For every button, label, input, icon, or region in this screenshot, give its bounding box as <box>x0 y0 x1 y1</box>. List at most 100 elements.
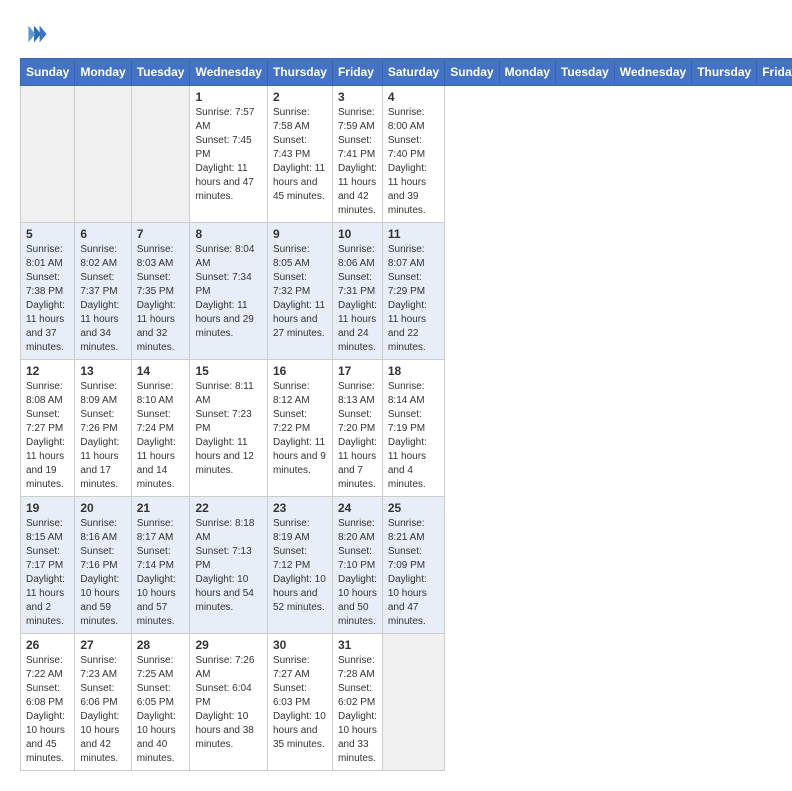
day-info: Sunrise: 8:17 AMSunset: 7:14 PMDaylight:… <box>137 517 185 629</box>
header-tuesday: Tuesday <box>131 59 190 86</box>
calendar-cell: 25 Sunrise: 8:21 AMSunset: 7:09 PMDaylig… <box>382 497 444 634</box>
day-number: 28 <box>137 638 185 652</box>
day-number: 30 <box>273 638 327 652</box>
calendar-cell: 19 Sunrise: 8:15 AMSunset: 7:17 PMDaylig… <box>21 497 75 634</box>
day-info: Sunrise: 7:26 AMSunset: 6:04 PMDaylight:… <box>195 654 261 752</box>
day-info: Sunrise: 7:59 AMSunset: 7:41 PMDaylight:… <box>338 106 377 218</box>
day-info: Sunrise: 8:19 AMSunset: 7:12 PMDaylight:… <box>273 517 327 615</box>
calendar-cell: 5 Sunrise: 8:01 AMSunset: 7:38 PMDayligh… <box>21 223 75 360</box>
calendar-week-5: 26 Sunrise: 7:22 AMSunset: 6:08 PMDaylig… <box>21 634 792 771</box>
calendar-cell: 12 Sunrise: 8:08 AMSunset: 7:27 PMDaylig… <box>21 360 75 497</box>
col-header-thursday: Thursday <box>692 59 757 86</box>
day-info: Sunrise: 8:09 AMSunset: 7:26 PMDaylight:… <box>80 380 125 492</box>
day-number: 23 <box>273 501 327 515</box>
day-info: Sunrise: 8:14 AMSunset: 7:19 PMDaylight:… <box>388 380 439 492</box>
calendar-cell: 15 Sunrise: 8:11 AMSunset: 7:23 PMDaylig… <box>190 360 267 497</box>
calendar-cell: 26 Sunrise: 7:22 AMSunset: 6:08 PMDaylig… <box>21 634 75 771</box>
col-header-sunday: Sunday <box>445 59 499 86</box>
day-info: Sunrise: 8:04 AMSunset: 7:34 PMDaylight:… <box>195 243 261 341</box>
day-number: 13 <box>80 364 125 378</box>
day-info: Sunrise: 8:16 AMSunset: 7:16 PMDaylight:… <box>80 517 125 629</box>
logo-icon <box>20 20 48 48</box>
day-info: Sunrise: 8:08 AMSunset: 7:27 PMDaylight:… <box>26 380 69 492</box>
logo <box>20 20 52 48</box>
calendar-cell: 21 Sunrise: 8:17 AMSunset: 7:14 PMDaylig… <box>131 497 190 634</box>
calendar-week-2: 5 Sunrise: 8:01 AMSunset: 7:38 PMDayligh… <box>21 223 792 360</box>
day-info: Sunrise: 8:11 AMSunset: 7:23 PMDaylight:… <box>195 380 261 478</box>
day-info: Sunrise: 8:15 AMSunset: 7:17 PMDaylight:… <box>26 517 69 629</box>
calendar-cell: 30 Sunrise: 7:27 AMSunset: 6:03 PMDaylig… <box>267 634 332 771</box>
day-number: 17 <box>338 364 377 378</box>
day-number: 19 <box>26 501 69 515</box>
calendar-cell: 24 Sunrise: 8:20 AMSunset: 7:10 PMDaylig… <box>332 497 382 634</box>
day-info: Sunrise: 8:18 AMSunset: 7:13 PMDaylight:… <box>195 517 261 615</box>
day-number: 24 <box>338 501 377 515</box>
header-monday: Monday <box>75 59 131 86</box>
day-number: 29 <box>195 638 261 652</box>
calendar-cell: 29 Sunrise: 7:26 AMSunset: 6:04 PMDaylig… <box>190 634 267 771</box>
day-info: Sunrise: 7:25 AMSunset: 6:05 PMDaylight:… <box>137 654 185 766</box>
day-number: 18 <box>388 364 439 378</box>
col-header-tuesday: Tuesday <box>555 59 614 86</box>
day-number: 3 <box>338 90 377 104</box>
header-saturday: Saturday <box>382 59 444 86</box>
day-number: 1 <box>195 90 261 104</box>
day-number: 15 <box>195 364 261 378</box>
header-sunday: Sunday <box>21 59 75 86</box>
col-header-friday: Friday <box>757 59 792 86</box>
day-info: Sunrise: 7:27 AMSunset: 6:03 PMDaylight:… <box>273 654 327 752</box>
day-number: 21 <box>137 501 185 515</box>
day-info: Sunrise: 8:12 AMSunset: 7:22 PMDaylight:… <box>273 380 327 478</box>
day-number: 20 <box>80 501 125 515</box>
header-friday: Friday <box>332 59 382 86</box>
day-number: 26 <box>26 638 69 652</box>
day-info: Sunrise: 7:23 AMSunset: 6:06 PMDaylight:… <box>80 654 125 766</box>
calendar-week-3: 12 Sunrise: 8:08 AMSunset: 7:27 PMDaylig… <box>21 360 792 497</box>
header-wednesday: Wednesday <box>190 59 267 86</box>
calendar-cell <box>21 86 75 223</box>
day-info: Sunrise: 7:57 AMSunset: 7:45 PMDaylight:… <box>195 106 261 204</box>
calendar-cell: 28 Sunrise: 7:25 AMSunset: 6:05 PMDaylig… <box>131 634 190 771</box>
calendar-table: SundayMondayTuesdayWednesdayThursdayFrid… <box>20 58 792 771</box>
calendar-cell: 17 Sunrise: 8:13 AMSunset: 7:20 PMDaylig… <box>332 360 382 497</box>
calendar-cell: 22 Sunrise: 8:18 AMSunset: 7:13 PMDaylig… <box>190 497 267 634</box>
day-info: Sunrise: 8:21 AMSunset: 7:09 PMDaylight:… <box>388 517 439 629</box>
page-header <box>20 20 772 48</box>
day-number: 12 <box>26 364 69 378</box>
calendar-cell <box>131 86 190 223</box>
calendar-cell: 18 Sunrise: 8:14 AMSunset: 7:19 PMDaylig… <box>382 360 444 497</box>
calendar-header-row: SundayMondayTuesdayWednesdayThursdayFrid… <box>21 59 792 86</box>
col-header-wednesday: Wednesday <box>614 59 691 86</box>
day-info: Sunrise: 8:02 AMSunset: 7:37 PMDaylight:… <box>80 243 125 355</box>
day-info: Sunrise: 8:00 AMSunset: 7:40 PMDaylight:… <box>388 106 439 218</box>
day-number: 14 <box>137 364 185 378</box>
day-info: Sunrise: 8:01 AMSunset: 7:38 PMDaylight:… <box>26 243 69 355</box>
day-number: 7 <box>137 227 185 241</box>
day-number: 2 <box>273 90 327 104</box>
day-number: 4 <box>388 90 439 104</box>
calendar-cell: 16 Sunrise: 8:12 AMSunset: 7:22 PMDaylig… <box>267 360 332 497</box>
day-info: Sunrise: 7:22 AMSunset: 6:08 PMDaylight:… <box>26 654 69 766</box>
day-info: Sunrise: 8:03 AMSunset: 7:35 PMDaylight:… <box>137 243 185 355</box>
calendar-cell <box>382 634 444 771</box>
calendar-cell: 2 Sunrise: 7:58 AMSunset: 7:43 PMDayligh… <box>267 86 332 223</box>
day-number: 10 <box>338 227 377 241</box>
day-number: 6 <box>80 227 125 241</box>
day-number: 11 <box>388 227 439 241</box>
calendar-cell: 8 Sunrise: 8:04 AMSunset: 7:34 PMDayligh… <box>190 223 267 360</box>
calendar-cell: 10 Sunrise: 8:06 AMSunset: 7:31 PMDaylig… <box>332 223 382 360</box>
calendar-cell: 14 Sunrise: 8:10 AMSunset: 7:24 PMDaylig… <box>131 360 190 497</box>
calendar-cell: 27 Sunrise: 7:23 AMSunset: 6:06 PMDaylig… <box>75 634 131 771</box>
calendar-week-1: 1 Sunrise: 7:57 AMSunset: 7:45 PMDayligh… <box>21 86 792 223</box>
calendar-cell: 9 Sunrise: 8:05 AMSunset: 7:32 PMDayligh… <box>267 223 332 360</box>
header-thursday: Thursday <box>267 59 332 86</box>
calendar-cell: 20 Sunrise: 8:16 AMSunset: 7:16 PMDaylig… <box>75 497 131 634</box>
col-header-monday: Monday <box>499 59 555 86</box>
day-info: Sunrise: 8:05 AMSunset: 7:32 PMDaylight:… <box>273 243 327 341</box>
calendar-cell: 13 Sunrise: 8:09 AMSunset: 7:26 PMDaylig… <box>75 360 131 497</box>
day-info: Sunrise: 8:07 AMSunset: 7:29 PMDaylight:… <box>388 243 439 355</box>
day-number: 16 <box>273 364 327 378</box>
day-info: Sunrise: 8:13 AMSunset: 7:20 PMDaylight:… <box>338 380 377 492</box>
day-number: 8 <box>195 227 261 241</box>
calendar-cell: 7 Sunrise: 8:03 AMSunset: 7:35 PMDayligh… <box>131 223 190 360</box>
